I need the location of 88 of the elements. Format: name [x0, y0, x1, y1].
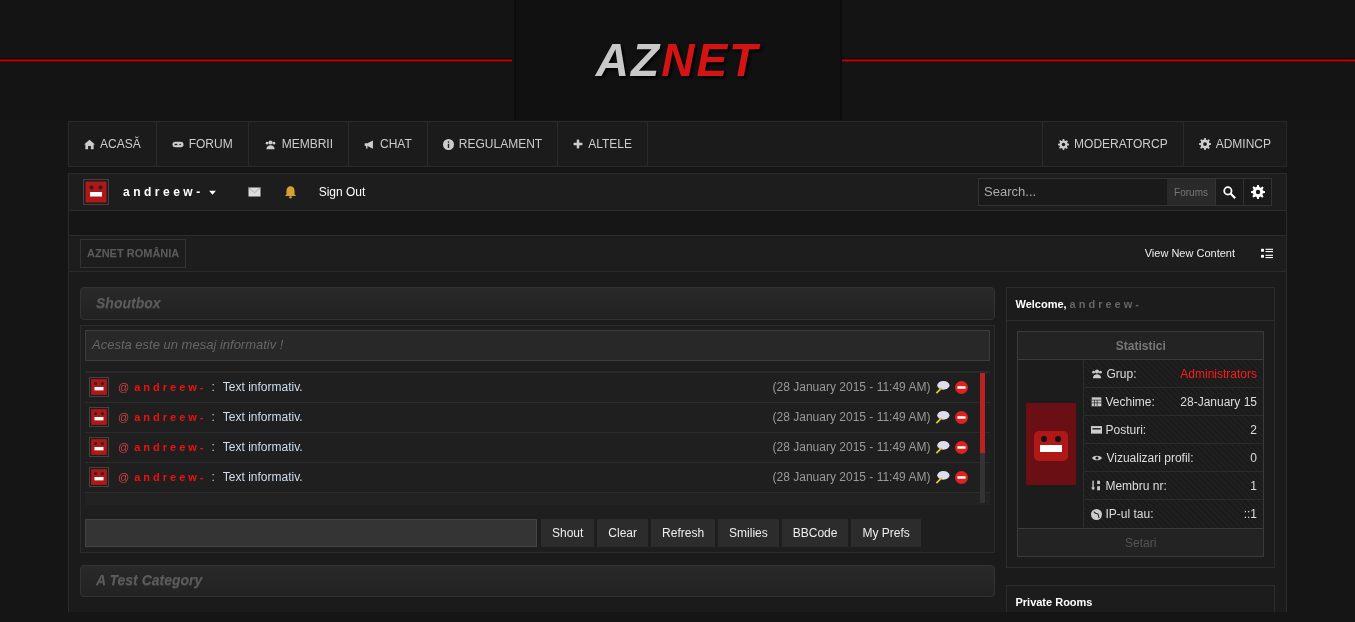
mention-sign[interactable]: @: [118, 408, 130, 426]
house-icon: [84, 138, 95, 150]
stats-title: Statistici: [1018, 332, 1263, 360]
nav-link[interactable]: FORUM: [156, 122, 249, 166]
sort-number-icon: [1091, 480, 1103, 491]
separator: :: [211, 439, 215, 456]
nav-link[interactable]: ALTELE: [558, 122, 648, 166]
gears-icon: [1198, 138, 1211, 150]
avatar: [89, 437, 109, 457]
list-icon: [1259, 247, 1275, 260]
nav-link[interactable]: MEMBRII: [248, 122, 350, 166]
welcome-username: andreew-: [1069, 296, 1142, 312]
shout-toolbar-button[interactable]: Shout: [541, 518, 595, 547]
delete-icon: [955, 380, 969, 394]
panel-title: Shoutbox: [96, 293, 161, 313]
avatar: [89, 467, 109, 487]
bell-icon[interactable]: [283, 185, 297, 199]
stat-label: Vechime:: [1105, 393, 1155, 411]
stat-value: ::1: [1243, 506, 1257, 523]
speech-bubble-icon: [935, 470, 951, 484]
stat-label: Vizualizari profil:: [1106, 449, 1194, 467]
shout-time: (28 January 2015 - 11:49 AM): [772, 379, 931, 396]
plus-icon: [573, 139, 584, 149]
user-menu[interactable]: andreew-: [123, 183, 217, 201]
gear-icon: [1058, 138, 1070, 150]
nav-link[interactable]: MODERATORCP: [1042, 122, 1183, 166]
speech-bubble-icon: [935, 440, 951, 454]
scroll-thumb[interactable]: [980, 372, 986, 453]
sign-out-link[interactable]: Sign Out: [318, 183, 366, 201]
delete-icon: [955, 440, 969, 454]
shout-input[interactable]: [85, 518, 537, 547]
scrollbar[interactable]: [980, 372, 986, 503]
speech-bubble-icon: [935, 410, 951, 424]
users-icon: [1091, 368, 1104, 379]
avatar: [89, 407, 109, 427]
nav-link[interactable]: CHAT: [349, 122, 428, 166]
separator: :: [211, 409, 215, 426]
delete-icon: [955, 410, 969, 424]
shout-author[interactable]: andreew-: [134, 438, 207, 456]
speech-bubble-icon: [935, 380, 951, 394]
shout-message: Text informativ.: [222, 379, 303, 396]
megaphone-icon: [364, 138, 376, 150]
users-icon: [263, 138, 277, 150]
stat-value: 1: [1250, 477, 1257, 495]
shout-message: Text informativ.: [222, 469, 303, 486]
welcome-label: Welcome,: [1015, 296, 1067, 312]
mention-sign[interactable]: @: [118, 378, 130, 396]
stat-label: IP-ul tau:: [1105, 506, 1154, 523]
panel-title: Private Rooms: [1015, 594, 1093, 610]
separator: :: [211, 379, 215, 396]
shout-toolbar-button[interactable]: My Prefs: [851, 518, 921, 547]
nav-link[interactable]: ADMINCP: [1182, 122, 1286, 166]
stat-value: Administrators: [1180, 365, 1257, 383]
avatar: [89, 377, 109, 397]
shout-author[interactable]: andreew-: [134, 468, 207, 486]
calendar-icon: [1091, 396, 1103, 407]
shout-message: Text informativ.: [222, 409, 303, 426]
stat-value: 28-January 15: [1180, 393, 1257, 411]
shout-toolbar-button[interactable]: Clear: [597, 518, 649, 547]
shout-toolbar-button[interactable]: Smilies: [718, 518, 779, 547]
envelope-icon[interactable]: [246, 186, 262, 198]
shout-author[interactable]: andreew-: [134, 378, 207, 396]
shout-message: Text informativ.: [222, 439, 303, 456]
avatar: [83, 179, 109, 205]
shout-time: (28 January 2015 - 11:49 AM): [772, 469, 931, 486]
shout-time: (28 January 2015 - 11:49 AM): [772, 409, 931, 426]
stat-label: Posturi:: [1105, 421, 1147, 439]
settings-icon: [1250, 185, 1265, 199]
shout-toolbar-button[interactable]: Refresh: [651, 518, 716, 547]
nav-link[interactable]: ACASĂ: [69, 122, 157, 166]
stat-value: 2: [1250, 421, 1257, 439]
search-icon: [1223, 185, 1236, 199]
shout-toolbar-button[interactable]: BBCode: [781, 518, 849, 547]
mention-sign[interactable]: @: [118, 438, 130, 456]
mention-sign[interactable]: @: [118, 468, 130, 486]
separator: :: [211, 469, 215, 486]
site-logo: AZNET: [595, 32, 760, 88]
shout-author[interactable]: andreew-: [134, 408, 207, 426]
view-new-content-link[interactable]: View New Content: [1144, 245, 1235, 262]
stat-label: Grup:: [1106, 365, 1137, 383]
stat-label: Membru nr:: [1105, 477, 1167, 495]
delete-icon: [955, 470, 969, 484]
info-icon: [442, 138, 454, 150]
shout-time: (28 January 2015 - 11:49 AM): [772, 439, 931, 456]
notice-message: Acesta este un mesaj informativ !: [85, 329, 991, 361]
stat-value: 0: [1250, 449, 1257, 467]
card-icon: [1091, 424, 1103, 435]
nav-link[interactable]: REGULAMENT: [427, 122, 559, 166]
